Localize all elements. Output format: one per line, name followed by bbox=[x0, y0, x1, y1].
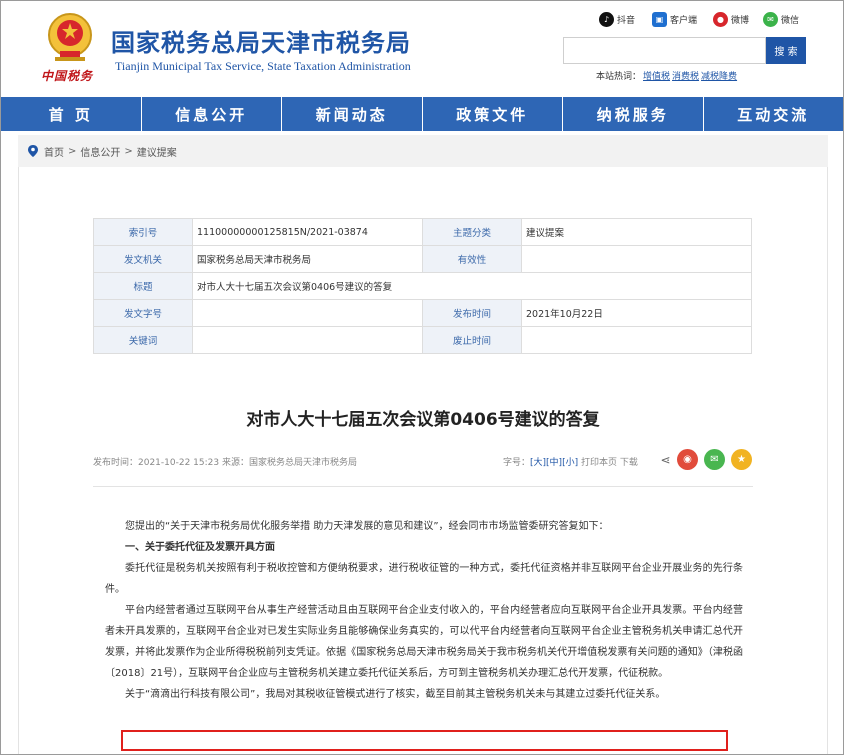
wechat-icon: ✉ bbox=[763, 11, 778, 27]
share-icon[interactable]: ⋖ bbox=[655, 449, 676, 470]
hot-word-vat[interactable]: 增值税 bbox=[643, 72, 670, 82]
breadcrumb-info[interactable]: 信息公开 bbox=[80, 144, 120, 159]
meta-issuer-value: 国家税务总局天津市税务局 bbox=[192, 245, 423, 273]
meta-docno-value bbox=[192, 299, 423, 327]
breadcrumb-home[interactable]: 首页 bbox=[44, 144, 64, 159]
print-link[interactable]: 打印本页 bbox=[581, 458, 617, 468]
article-tools: 字号：[大][中][小] 打印本页 下载 bbox=[503, 455, 638, 468]
location-pin-icon bbox=[28, 145, 38, 157]
meta-title-value: 对市人大十七届五次会议第0406号建议的答复 bbox=[192, 272, 752, 300]
wechat-share-icon[interactable]: ✉ bbox=[704, 449, 725, 470]
nav-interaction[interactable]: 互动交流 bbox=[704, 97, 844, 131]
download-link[interactable]: 下载 bbox=[620, 458, 638, 468]
meta-index-value: 11100000000125815N/2021-03874 bbox=[192, 218, 423, 246]
nav-home[interactable]: 首 页 bbox=[1, 97, 142, 131]
social-label: 微博 bbox=[731, 15, 750, 26]
font-size-large[interactable]: [大] bbox=[530, 458, 546, 468]
meta-label: 有效性 bbox=[422, 245, 522, 273]
article-paragraph: 平台内经营者通过互联网平台从事生产经营活动且由互联网平台企业支付收入的，平台内经… bbox=[105, 605, 743, 679]
article-heading: 一、关于委托代征及发票开具方面 bbox=[125, 542, 275, 553]
china-tax-signature-logo: 中国税务 bbox=[41, 69, 94, 83]
weibo-icon: ● bbox=[713, 11, 728, 27]
favorite-star-icon[interactable]: ★ bbox=[731, 449, 752, 470]
meta-validity-value bbox=[521, 245, 752, 273]
font-size-small[interactable]: [小] bbox=[562, 458, 578, 468]
hot-word-consumption-tax[interactable]: 消费税 bbox=[672, 72, 699, 82]
page-frame: 中国税务 国家税务总局天津市税务局 Tianjin Municipal Tax … bbox=[0, 0, 844, 755]
meta-label: 废止时间 bbox=[422, 326, 522, 354]
social-weibo[interactable]: ● 微博 bbox=[713, 10, 749, 28]
nav-info-disclosure[interactable]: 信息公开 bbox=[142, 97, 282, 131]
social-wechat[interactable]: ✉ 微信 bbox=[763, 10, 799, 28]
article-body: 您提出的“关于天津市税务局优化服务举措 助力天津发展的意见和建议”，经会同市市场… bbox=[105, 516, 743, 705]
social-client[interactable]: ▣ 客户端 bbox=[652, 10, 697, 28]
article-paragraph: 委托代征是税务机关按照有利于税收控管和方便纳税要求，进行税收征管的一种方式，委托… bbox=[105, 563, 743, 595]
divider bbox=[93, 486, 753, 487]
social-label: 抖音 bbox=[617, 15, 636, 26]
nav-policy[interactable]: 政策文件 bbox=[423, 97, 563, 131]
meta-label: 发布时间 bbox=[422, 299, 522, 327]
site-header: 中国税务 国家税务总局天津市税务局 Tianjin Municipal Tax … bbox=[1, 1, 843, 97]
meta-label: 主题分类 bbox=[422, 218, 522, 246]
meta-topic-value: 建议提案 bbox=[521, 218, 752, 246]
meta-label: 关键词 bbox=[93, 326, 193, 354]
weibo-share-icon[interactable]: ◉ bbox=[677, 449, 698, 470]
article-paragraph-highlighted: 关于“滴滴出行科技有限公司”，我局对其税收征管模式进行了核实，截至目前其主管税务… bbox=[125, 689, 666, 700]
breadcrumb-separator: > bbox=[68, 145, 77, 157]
social-label: 客户端 bbox=[670, 15, 698, 26]
article-title: 对市人大十七届五次会议第0406号建议的答复 bbox=[246, 410, 600, 430]
main-nav: 首 页 信息公开 新闻动态 政策文件 纳税服务 互动交流 bbox=[1, 97, 843, 131]
font-size-medium[interactable]: [中] bbox=[546, 458, 562, 468]
search-button[interactable]: 搜 索 bbox=[766, 37, 806, 64]
document-meta-table: 索引号 11100000000125815N/2021-03874 主题分类 建… bbox=[93, 218, 752, 354]
breadcrumb-current: 建议提案 bbox=[136, 147, 177, 159]
article-paragraph: 您提出的“关于天津市税务局优化服务举措 助力天津发展的意见和建议”，经会同市市场… bbox=[125, 521, 609, 532]
hot-words: 本站热词： 增值税 消费税 减税降费 bbox=[596, 69, 737, 82]
search-input[interactable] bbox=[563, 37, 766, 64]
social-label: 微信 bbox=[781, 15, 800, 26]
nav-news[interactable]: 新闻动态 bbox=[282, 97, 423, 131]
meta-label: 发文机关 bbox=[93, 245, 193, 273]
meta-label: 索引号 bbox=[93, 218, 193, 246]
douyin-icon: ♪ bbox=[599, 11, 614, 27]
breadcrumb: 首页 > 信息公开 > 建议提案 bbox=[18, 135, 828, 167]
nav-tax-service[interactable]: 纳税服务 bbox=[563, 97, 704, 131]
meta-abolish-value bbox=[521, 326, 752, 354]
highlight-box bbox=[121, 730, 728, 751]
font-size-label: 字号： bbox=[503, 458, 531, 468]
hot-words-label: 本站热词： bbox=[596, 72, 642, 82]
national-emblem-icon bbox=[48, 13, 92, 61]
app-client-icon: ▣ bbox=[652, 11, 667, 27]
hot-word-tax-cut[interactable]: 减税降费 bbox=[701, 72, 737, 82]
social-douyin[interactable]: ♪ 抖音 bbox=[599, 10, 635, 28]
article-pubinfo: 发布时间：2021-10-22 15:23 来源：国家税务总局天津市税务局 bbox=[93, 458, 357, 468]
meta-pubdate-value: 2021年10月22日 bbox=[521, 299, 752, 327]
breadcrumb-separator: > bbox=[124, 145, 133, 157]
meta-keywords-value bbox=[192, 326, 423, 354]
site-subtitle: Tianjin Municipal Tax Service, State Tax… bbox=[115, 59, 411, 73]
meta-label: 标题 bbox=[93, 272, 193, 300]
meta-label: 发文字号 bbox=[93, 299, 193, 327]
site-title[interactable]: 国家税务总局天津市税务局 bbox=[111, 23, 411, 58]
